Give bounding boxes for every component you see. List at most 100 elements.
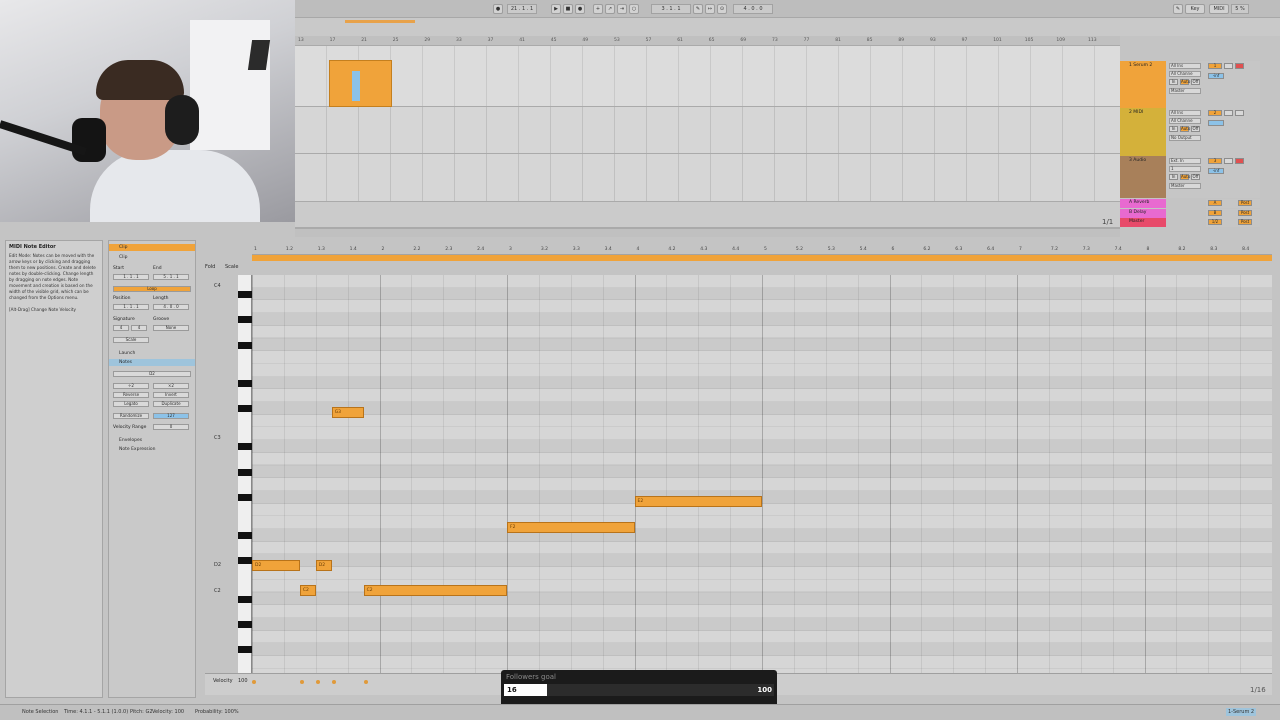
black-key[interactable] (238, 595, 252, 603)
record-icon[interactable]: ● (575, 4, 585, 14)
arrangement-view[interactable] (295, 46, 1120, 228)
punch-icon[interactable]: ⇥ (617, 4, 627, 14)
grid-resolution[interactable]: 1/16 (1250, 686, 1266, 694)
piano-keyboard[interactable] (238, 275, 252, 673)
track-header[interactable]: 2 MIDI (1120, 108, 1166, 156)
track-activator-button[interactable]: 2 (1208, 110, 1222, 116)
return-activator-button[interactable]: B (1208, 209, 1222, 216)
volume-field[interactable]: -inf (1208, 73, 1224, 79)
black-key[interactable] (238, 290, 252, 298)
arm-icon[interactable] (1235, 63, 1244, 69)
start-field[interactable]: 1 . 1 . 1 (113, 274, 149, 280)
midi-note[interactable]: E2 (634, 496, 762, 508)
note-expression-section-header[interactable]: Note Expression (109, 446, 195, 453)
return-post-button[interactable]: Post (1238, 209, 1252, 216)
black-key[interactable] (238, 379, 252, 387)
legato-button[interactable]: Legato (113, 401, 149, 407)
reverse-button[interactable]: Reverse (113, 392, 149, 398)
monitor-in-button[interactable]: In (1169, 79, 1178, 85)
groove-select[interactable]: None (153, 325, 189, 331)
key-map-button[interactable]: Key (1185, 4, 1205, 14)
monitor-auto-button[interactable]: Auto (1180, 126, 1190, 132)
black-key[interactable] (238, 493, 252, 501)
return-activator-button[interactable]: 1/2 (1208, 219, 1222, 225)
track-activator-button[interactable]: 1 (1208, 63, 1222, 69)
return-track-name[interactable]: Master (1123, 219, 1144, 224)
midi-ruler[interactable]: 1 1.2 1.3 1.4 2 2.2 2.3 2.4 3 3.2 3.3 3.4 4 4.2 4.3 4.4… (252, 245, 1272, 255)
track-name[interactable]: 1 Serum 2 (1123, 63, 1163, 68)
clip-title-bar[interactable]: Clip (109, 244, 195, 251)
envelopes-section-header[interactable]: Envelopes (109, 437, 195, 444)
arrangement-lane-1[interactable] (295, 46, 1120, 107)
metronome-icon[interactable]: ⊙ (717, 4, 727, 14)
midi-note[interactable]: C2 (363, 585, 507, 597)
arrangement-clip[interactable] (329, 60, 392, 107)
launch-section-header[interactable]: Launch (109, 350, 195, 357)
arrangement-lane-3[interactable] (295, 154, 1120, 202)
note-name-field[interactable]: D2 (113, 371, 191, 377)
return-post-button[interactable]: Post (1238, 219, 1252, 225)
follow-icon[interactable]: ↦ (705, 4, 715, 14)
randomize-amount[interactable]: 127 (153, 413, 189, 419)
midi-note[interactable]: D2 (252, 559, 300, 571)
position-field[interactable]: 1 . 1 . 1 (113, 304, 149, 310)
solo-icon[interactable] (1224, 158, 1233, 164)
duplicate-button[interactable]: Duplicate (153, 401, 189, 407)
velocity-marker[interactable] (252, 680, 256, 684)
position-field[interactable]: 3 . 1 . 1 (651, 4, 691, 14)
monitor-in-button[interactable]: In (1169, 126, 1178, 132)
return-track-name[interactable]: A Reverb (1123, 200, 1149, 205)
transpose-down-button[interactable]: ÷2 (113, 383, 149, 389)
monitor-off-button[interactable]: Off (1191, 174, 1200, 180)
black-key[interactable] (238, 341, 252, 349)
pencil-icon[interactable]: ✎ (1173, 4, 1183, 14)
randomize-button[interactable]: Randomize (113, 413, 149, 419)
length-field[interactable]: 4 . 0 . 0 (153, 304, 189, 310)
solo-icon[interactable] (1224, 110, 1233, 116)
return-track-name[interactable]: B Delay (1123, 210, 1146, 215)
invert-button[interactable]: Invert (153, 392, 189, 398)
loop-button[interactable]: Loop (113, 286, 191, 292)
return-lanes[interactable] (295, 202, 1120, 228)
end-field[interactable]: 5 . 1 . 1 (153, 274, 189, 280)
draw-mode-icon[interactable]: ✎ (693, 4, 703, 14)
track-input-select[interactable]: All Ins (1169, 63, 1201, 69)
return-track-header[interactable]: B Delay (1120, 208, 1166, 218)
monitor-off-button[interactable]: Off (1191, 79, 1200, 85)
loop-length-field[interactable]: 4 . 0 . 0 (733, 4, 773, 14)
return-activator-button[interactable]: A (1208, 200, 1222, 206)
track-header[interactable]: 1 Serum 2 (1120, 61, 1166, 108)
signature-numerator[interactable]: 4 (113, 325, 129, 331)
black-key[interactable] (238, 557, 252, 565)
black-key[interactable] (238, 620, 252, 628)
midi-note[interactable]: C2 (299, 585, 316, 597)
arrangement-lane-2[interactable] (295, 107, 1120, 154)
track-name[interactable]: 3 Audio (1123, 158, 1163, 163)
automation-icon[interactable]: ↗ (605, 4, 615, 14)
tempo-field[interactable]: 21 . 1 . 1 (507, 4, 537, 14)
track-output-select[interactable]: Master (1169, 88, 1201, 94)
track-channel-select[interactable]: All Channe (1169, 118, 1201, 124)
track-input-select[interactable]: All Ins (1169, 110, 1201, 116)
return-track-header[interactable]: A Reverb (1120, 199, 1166, 208)
black-key[interactable] (238, 646, 252, 654)
track-input-select[interactable]: Ext. In (1169, 158, 1201, 164)
transpose-up-button[interactable]: ×2 (153, 383, 189, 389)
velocity-marker[interactable] (331, 680, 336, 684)
black-key[interactable] (238, 532, 252, 539)
notes-section-header[interactable]: Notes (109, 359, 195, 366)
stop-icon[interactable]: ■ (563, 4, 573, 14)
volume-field[interactable]: -inf (1208, 168, 1224, 174)
return-post-button[interactable]: Post (1238, 200, 1252, 206)
midi-map-button[interactable]: MIDI (1209, 4, 1229, 14)
black-key[interactable] (238, 316, 252, 324)
play-icon[interactable]: ▶ (551, 4, 561, 14)
midi-note[interactable]: F2 (507, 521, 635, 533)
track-channel-select[interactable]: 1 (1169, 166, 1201, 172)
monitor-auto-button[interactable]: Auto (1180, 79, 1190, 85)
volume-field[interactable] (1208, 120, 1224, 126)
note-grid[interactable]: G3 E2 F2 D2 D2 C2 C2 (252, 275, 1272, 673)
scale-toggle[interactable]: Scale (113, 337, 149, 343)
overview-strip[interactable] (295, 18, 1280, 36)
monitor-off-button[interactable]: Off (1191, 126, 1200, 132)
